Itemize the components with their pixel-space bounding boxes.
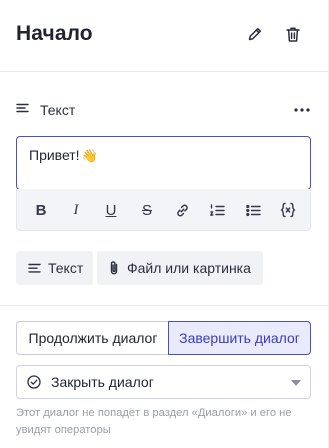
more-button[interactable]	[291, 100, 313, 120]
italic-icon: I	[73, 201, 79, 218]
underline-button[interactable]: U	[101, 200, 121, 220]
underline-icon: U	[105, 201, 117, 219]
ordered-list-button[interactable]	[207, 200, 227, 220]
add-text-button[interactable]: Текст	[16, 251, 93, 285]
more-horizontal-icon	[294, 108, 310, 112]
node-title: Начало	[16, 22, 93, 45]
ordered-list-icon	[209, 203, 225, 216]
check-circle-icon	[27, 375, 41, 389]
section-divider	[0, 305, 329, 306]
select-value: Закрыть диалог	[51, 374, 154, 390]
chevron-down-icon	[291, 380, 301, 386]
pencil-icon	[248, 27, 262, 41]
paperclip-icon	[110, 261, 118, 275]
strikethrough-icon: S	[141, 201, 152, 219]
message-editor[interactable]: Привет! 👋	[16, 136, 311, 190]
close-dialog-select[interactable]: Закрыть диалог	[16, 365, 311, 399]
text-block-header: Текст	[16, 100, 313, 120]
italic-button[interactable]: I	[66, 200, 86, 220]
text-lines-icon	[28, 263, 41, 273]
block-type-label: Текст	[40, 102, 76, 118]
strikethrough-button[interactable]: S	[137, 200, 157, 220]
edit-button[interactable]	[244, 23, 266, 45]
link-button[interactable]	[172, 200, 192, 220]
bold-button[interactable]: B	[31, 200, 51, 220]
waving-hand-emoji: 👋	[81, 148, 98, 163]
header-divider	[0, 71, 329, 72]
bullet-list-icon	[245, 204, 261, 216]
link-icon	[176, 204, 188, 216]
continue-dialog-option[interactable]: Продолжить диалог	[16, 321, 169, 355]
text-lines-icon	[16, 103, 29, 113]
node-header: Начало	[0, 0, 329, 72]
format-toolbar: B I U S	[16, 189, 311, 231]
trash-icon	[286, 27, 300, 42]
variable-button[interactable]	[278, 200, 298, 220]
finish-dialog-option[interactable]: Завершить диалог	[168, 321, 311, 355]
message-text: Привет!	[29, 147, 80, 163]
add-text-label: Текст	[48, 260, 84, 276]
delete-button[interactable]	[282, 23, 304, 45]
variable-braces-icon	[280, 202, 296, 218]
add-file-button[interactable]: Файл или картинка	[97, 251, 263, 285]
hint-text: Этот диалог не попадёт в раздел «Диалоги…	[16, 407, 292, 436]
add-file-label: Файл или картинка	[127, 260, 251, 276]
bold-icon: B	[35, 201, 47, 219]
bullet-list-button[interactable]	[243, 200, 263, 220]
